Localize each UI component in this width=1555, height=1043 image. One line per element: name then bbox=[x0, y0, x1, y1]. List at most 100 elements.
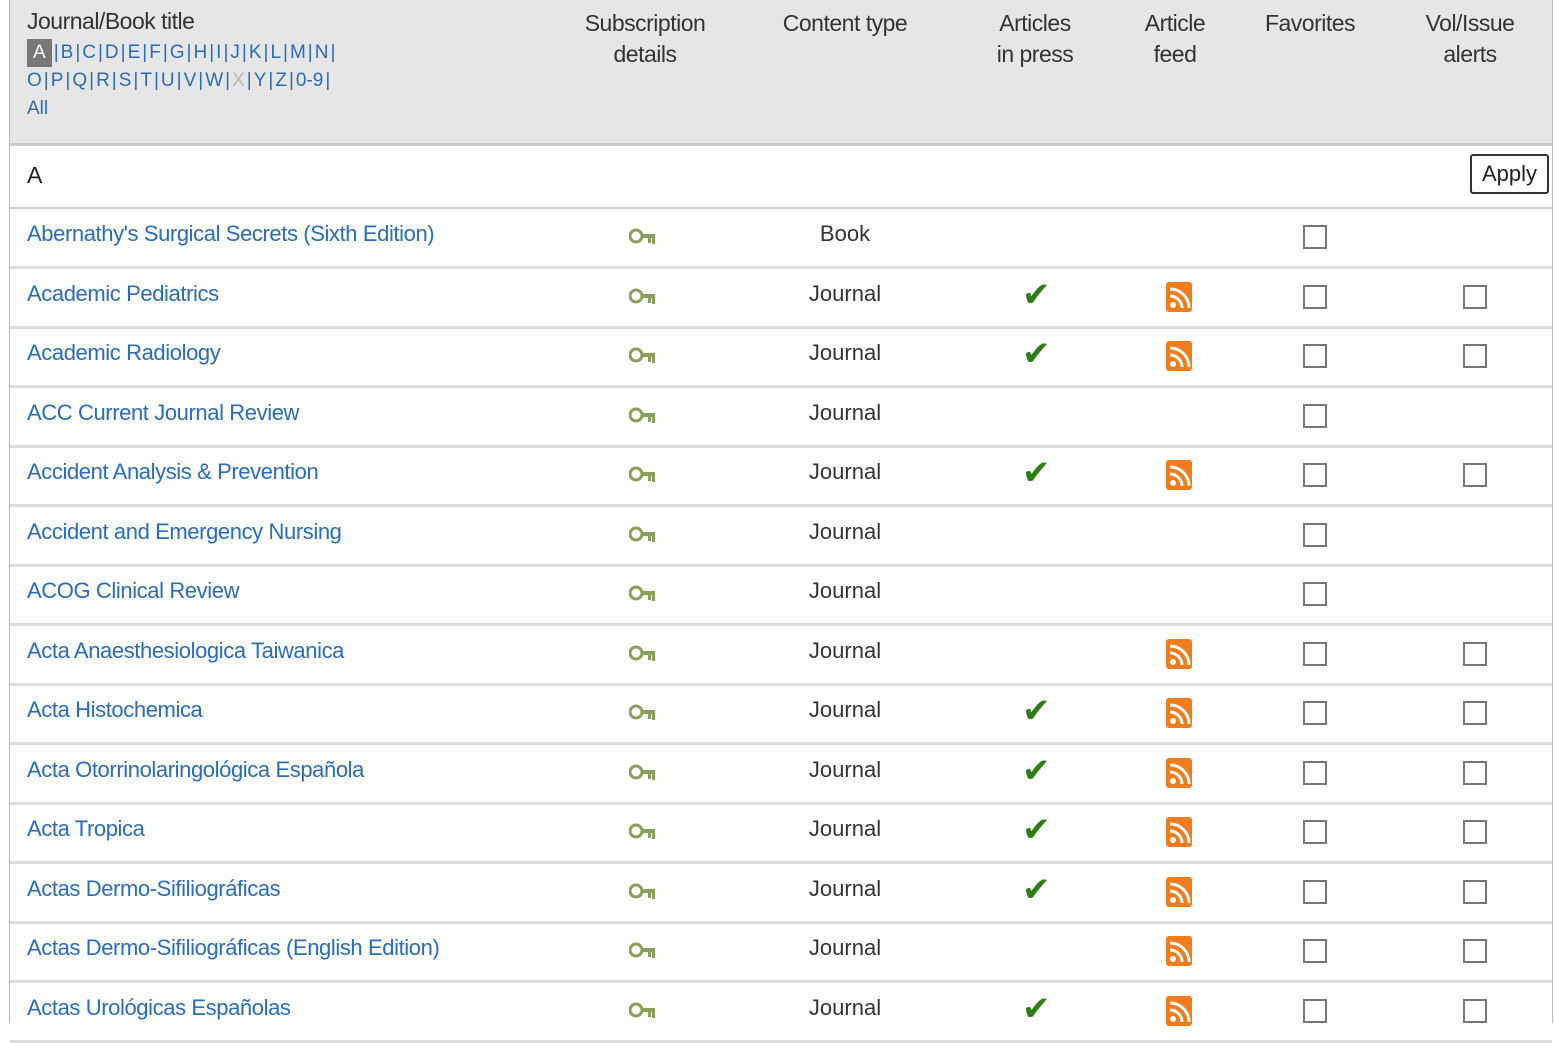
favorite-checkbox[interactable] bbox=[1303, 998, 1327, 1023]
rss-feed-icon[interactable] bbox=[1166, 936, 1192, 966]
alphabet-link-p[interactable]: P bbox=[51, 67, 64, 95]
checkmark-icon[interactable]: ✔ bbox=[1022, 453, 1051, 493]
alphabet-link-c[interactable]: C bbox=[82, 39, 96, 67]
alert-checkbox[interactable] bbox=[1463, 641, 1487, 666]
journal-title-link[interactable]: Acta Otorrinolaringológica Española bbox=[27, 757, 364, 783]
rss-feed-icon[interactable] bbox=[1166, 341, 1192, 371]
checkmark-icon[interactable]: ✔ bbox=[1022, 751, 1051, 791]
checkmark-icon[interactable]: ✔ bbox=[1022, 810, 1051, 850]
key-icon[interactable] bbox=[629, 285, 657, 307]
alphabet-link-t[interactable]: T bbox=[140, 67, 152, 95]
favorite-checkbox[interactable] bbox=[1303, 582, 1327, 606]
rss-feed-icon[interactable] bbox=[1166, 460, 1192, 490]
journal-title-link[interactable]: Actas Dermo-Sifiliográficas (English Edi… bbox=[27, 935, 440, 961]
alphabet-link-l[interactable]: L bbox=[270, 39, 281, 67]
alphabet-link-r[interactable]: R bbox=[96, 67, 110, 95]
title-column-header[interactable]: Journal/Book title bbox=[27, 8, 195, 35]
alphabet-link-o[interactable]: O bbox=[27, 67, 42, 95]
alphabet-link-u[interactable]: U bbox=[161, 67, 175, 95]
alphabet-link-n[interactable]: N bbox=[315, 39, 329, 67]
key-icon[interactable] bbox=[629, 225, 657, 247]
checkmark-icon[interactable]: ✔ bbox=[1022, 275, 1051, 315]
key-icon[interactable] bbox=[629, 523, 657, 545]
checkmark-icon[interactable]: ✔ bbox=[1022, 870, 1051, 910]
alphabet-link-q[interactable]: Q bbox=[72, 67, 87, 95]
alphabet-link-v[interactable]: V bbox=[184, 67, 197, 95]
journal-title-link[interactable]: Acta Anaesthesiologica Taiwanica bbox=[27, 638, 344, 664]
favorite-checkbox[interactable] bbox=[1303, 939, 1327, 963]
journal-title-link[interactable]: Academic Pediatrics bbox=[27, 281, 219, 307]
alphabet-link-y[interactable]: Y bbox=[254, 67, 267, 95]
alphabet-link-z[interactable]: Z bbox=[275, 67, 287, 95]
alphabet-link-f[interactable]: F bbox=[149, 39, 161, 67]
favorite-checkbox[interactable] bbox=[1303, 522, 1327, 547]
rss-feed-icon[interactable] bbox=[1166, 698, 1192, 728]
key-icon[interactable] bbox=[629, 582, 657, 604]
alert-checkbox[interactable] bbox=[1463, 820, 1487, 844]
alphabet-link-d[interactable]: D bbox=[105, 39, 119, 67]
journal-title-link[interactable]: Actas Dermo-Sifiliográficas bbox=[27, 876, 281, 902]
rss-feed-icon[interactable] bbox=[1166, 995, 1192, 1026]
checkmark-icon[interactable]: ✔ bbox=[1022, 334, 1051, 374]
alphabet-link-e[interactable]: E bbox=[128, 39, 141, 67]
favorite-checkbox[interactable] bbox=[1303, 820, 1327, 844]
alert-checkbox[interactable] bbox=[1463, 344, 1487, 368]
alert-checkbox[interactable] bbox=[1463, 939, 1487, 963]
alert-checkbox[interactable] bbox=[1463, 463, 1487, 487]
rss-feed-icon[interactable] bbox=[1166, 876, 1192, 907]
rss-feed-icon[interactable] bbox=[1166, 638, 1192, 669]
favorite-checkbox[interactable] bbox=[1303, 463, 1327, 487]
favorite-checkbox[interactable] bbox=[1303, 284, 1327, 309]
alert-checkbox[interactable] bbox=[1463, 998, 1487, 1023]
alphabet-link-g[interactable]: G bbox=[170, 39, 185, 67]
journal-title-link[interactable]: Acta Tropica bbox=[27, 816, 145, 842]
alphabet-separator: | bbox=[288, 70, 294, 91]
apply-button[interactable]: Apply bbox=[1469, 154, 1549, 194]
key-icon[interactable] bbox=[629, 939, 657, 961]
alphabet-link-s[interactable]: S bbox=[119, 67, 132, 95]
alert-checkbox[interactable] bbox=[1463, 284, 1487, 309]
key-icon[interactable] bbox=[629, 701, 657, 723]
key-icon[interactable] bbox=[629, 761, 657, 783]
key-icon[interactable] bbox=[629, 344, 657, 366]
rss-feed-icon[interactable] bbox=[1166, 817, 1192, 847]
favorite-checkbox[interactable] bbox=[1303, 344, 1327, 368]
alphabet-link-w[interactable]: W bbox=[205, 67, 223, 95]
favorite-checkbox[interactable] bbox=[1303, 225, 1327, 249]
key-icon[interactable] bbox=[629, 642, 657, 664]
table-row: Abernathy's Surgical Secrets (Sixth Edit… bbox=[10, 209, 1552, 269]
favorite-checkbox[interactable] bbox=[1303, 641, 1327, 666]
journal-title-link[interactable]: Accident Analysis & Prevention bbox=[27, 459, 319, 485]
key-icon[interactable] bbox=[629, 820, 657, 842]
alphabet-link-0-9[interactable]: 0-9 bbox=[296, 67, 323, 95]
alphabet-link-k[interactable]: K bbox=[249, 39, 262, 67]
journal-title-link[interactable]: Acta Histochemica bbox=[27, 697, 203, 723]
journal-title-link[interactable]: Actas Urológicas Españolas bbox=[27, 995, 291, 1021]
journal-title-link[interactable]: Accident and Emergency Nursing bbox=[27, 519, 342, 545]
favorite-checkbox[interactable] bbox=[1303, 403, 1327, 428]
key-icon[interactable] bbox=[629, 999, 657, 1021]
favorite-checkbox[interactable] bbox=[1303, 760, 1327, 785]
journal-title-link[interactable]: Academic Radiology bbox=[27, 340, 221, 366]
alert-checkbox[interactable] bbox=[1463, 701, 1487, 725]
key-icon[interactable] bbox=[629, 880, 657, 902]
alert-checkbox[interactable] bbox=[1463, 760, 1487, 785]
rss-feed-icon[interactable] bbox=[1166, 757, 1192, 788]
alphabet-link-j[interactable]: J bbox=[230, 39, 240, 67]
key-icon[interactable] bbox=[629, 404, 657, 426]
rss-feed-icon[interactable] bbox=[1166, 281, 1192, 312]
journal-title-link[interactable]: Abernathy's Surgical Secrets (Sixth Edit… bbox=[27, 221, 435, 247]
favorite-checkbox[interactable] bbox=[1303, 701, 1327, 725]
journal-title-link[interactable]: ACC Current Journal Review bbox=[27, 400, 299, 426]
alphabet-link-h[interactable]: H bbox=[193, 39, 207, 67]
alphabet-link-m[interactable]: M bbox=[290, 39, 306, 67]
alphabet-link-b[interactable]: B bbox=[61, 39, 74, 67]
alphabet-link-a[interactable]: A bbox=[27, 39, 52, 67]
favorite-checkbox[interactable] bbox=[1303, 879, 1327, 904]
journal-title-link[interactable]: ACOG Clinical Review bbox=[27, 578, 239, 604]
alert-checkbox[interactable] bbox=[1463, 879, 1487, 904]
alphabet-link-all[interactable]: All bbox=[27, 95, 48, 123]
checkmark-icon[interactable]: ✔ bbox=[1022, 691, 1051, 731]
key-icon[interactable] bbox=[629, 463, 657, 485]
content-type: Journal bbox=[808, 697, 882, 722]
